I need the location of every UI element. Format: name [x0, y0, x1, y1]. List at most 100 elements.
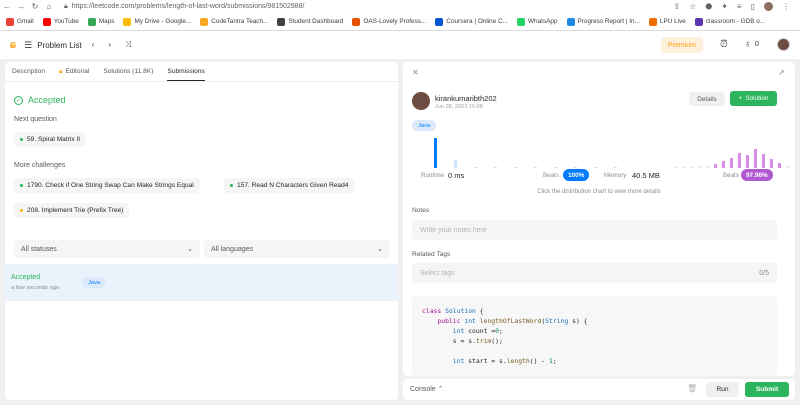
runtime-bar[interactable]	[494, 166, 497, 168]
tab-solutions[interactable]: Solutions (11.8K)	[103, 68, 153, 75]
tab-description[interactable]: Description	[12, 68, 45, 75]
memory-bar[interactable]	[762, 153, 765, 168]
bookmark-item[interactable]: YouTube	[42, 17, 79, 26]
submit-button[interactable]: Submit	[745, 382, 789, 397]
user-avatar[interactable]	[777, 38, 790, 51]
reload-icon[interactable]: ↻	[28, 2, 42, 11]
difficulty-dot	[230, 184, 233, 187]
extension-icon[interactable]: ⬣	[705, 2, 712, 11]
runtime-bar[interactable]	[514, 166, 517, 168]
bookmark-label: Progress Report | In...	[577, 18, 640, 25]
runtime-bar[interactable]	[574, 166, 577, 168]
shuffle-icon[interactable]: ⤨	[125, 40, 131, 50]
challenge-title: 157. Read N Characters Given Read4	[237, 182, 349, 189]
status-filter-select[interactable]: All statuses ⌄	[14, 240, 200, 258]
sidebar-icon[interactable]: ▯	[751, 2, 755, 11]
kebab-menu-icon[interactable]: ⋮	[782, 2, 790, 11]
post-solution-button[interactable]: + Solution	[730, 91, 777, 106]
memory-bar[interactable]	[754, 149, 757, 168]
home-icon[interactable]: ⌂	[42, 2, 56, 11]
share-icon[interactable]: ⇪	[673, 2, 680, 11]
challenge-chip[interactable]: 157. Read N Characters Given Read4	[224, 178, 355, 193]
next-question-chip[interactable]: 59. Spiral Matrix II	[14, 132, 87, 147]
runtime-bar[interactable]	[454, 159, 457, 168]
memory-bar[interactable]	[786, 165, 789, 168]
tab-submissions[interactable]: Submissions	[167, 68, 205, 81]
bookmark-item[interactable]: OAS-Lovely Profess...	[352, 17, 426, 26]
distribution-chart[interactable]	[412, 136, 789, 168]
challenge-chip[interactable]: 1790. Check if One String Swap Can Make …	[14, 178, 200, 193]
premium-button[interactable]: Premium	[661, 37, 703, 53]
challenge-chip[interactable]: 208. Implement Trie (Prefix Tree)	[14, 203, 130, 218]
memory-bar[interactable]	[682, 166, 685, 168]
prev-problem-icon[interactable]: ‹	[92, 40, 95, 50]
fire-streak-icon[interactable]: ♁	[744, 39, 752, 50]
memory-bar[interactable]	[690, 166, 693, 168]
bookmark-favicon-icon	[87, 17, 96, 26]
submitter-name[interactable]: kirankumaribth202	[435, 94, 497, 103]
bookmark-item[interactable]: WhatsApp	[517, 17, 558, 26]
problem-list-link[interactable]: Problem List	[37, 41, 81, 50]
leetcode-logo-icon[interactable]: ɕ	[10, 39, 16, 51]
more-challenges-label: More challenges	[14, 162, 66, 169]
bookmark-item[interactable]: LPU Live	[648, 17, 686, 26]
notes-placeholder: Write your notes here	[420, 226, 487, 234]
runtime-bar[interactable]	[474, 166, 477, 168]
bookmark-item[interactable]: Student Dashboard	[277, 17, 343, 26]
chevron-down-icon: ⌄	[377, 246, 383, 253]
avatar	[412, 92, 430, 110]
result-heading: ✓ Accepted	[14, 95, 66, 105]
bookmark-item[interactable]: Progress Report | In...	[566, 17, 640, 26]
solution-label: Solution	[745, 95, 769, 102]
submission-detail-panel: ✕ ↗ kirankumaribth202 Jun 28, 2023 15:08…	[403, 62, 795, 376]
bookmark-item[interactable]: classroom - GDB o...	[694, 17, 765, 26]
menu-list-icon[interactable]: ≡	[737, 2, 742, 11]
bookmark-favicon-icon	[6, 17, 14, 26]
console-toggle[interactable]: Console ⌃	[410, 385, 444, 393]
bookmark-item[interactable]: Maps	[87, 17, 114, 26]
memory-bar[interactable]	[706, 165, 709, 168]
code-line: s = s.trim();	[422, 337, 503, 345]
details-button[interactable]: Details	[689, 92, 725, 106]
submission-row[interactable]: Accepted a few seconds ago Java	[5, 264, 398, 301]
address-bar[interactable]: 🔒︎ https://leetcode.com/problems/length-o…	[64, 3, 304, 11]
bookmark-item[interactable]: CodeTantra Teach...	[200, 17, 268, 26]
memory-bar[interactable]	[738, 153, 741, 168]
bookmark-item[interactable]: My Drive - Google...	[123, 17, 192, 26]
notes-input[interactable]: Write your notes here	[412, 220, 777, 240]
forward-icon[interactable]: →	[14, 2, 28, 11]
puzzle-icon[interactable]: ✦	[721, 2, 728, 11]
bookmark-item[interactable]: Coursera | Online C...	[435, 17, 508, 26]
trash-icon[interactable]: 🗑︎	[687, 384, 697, 393]
memory-bar[interactable]	[730, 157, 733, 168]
tags-select[interactable]: Select tags 0/5	[412, 263, 777, 283]
runtime-bar[interactable]	[594, 166, 597, 168]
memory-beats-label: Beats	[723, 172, 739, 179]
close-icon[interactable]: ✕	[412, 68, 419, 77]
runtime-bar[interactable]	[554, 166, 557, 168]
profile-avatar[interactable]	[764, 2, 773, 11]
memory-bar[interactable]	[674, 166, 677, 168]
memory-bar[interactable]	[714, 163, 717, 168]
tags-placeholder: Select tags	[420, 269, 455, 277]
back-icon[interactable]: ←	[0, 2, 14, 11]
bookmark-favicon-icon	[277, 17, 286, 26]
runtime-bar[interactable]	[534, 166, 537, 168]
memory-bar[interactable]	[698, 166, 701, 168]
memory-bar[interactable]	[778, 162, 781, 168]
open-external-icon[interactable]: ↗	[778, 68, 785, 77]
star-icon[interactable]: ☆	[689, 2, 696, 11]
alarm-icon[interactable]: ⏰︎	[720, 39, 728, 50]
language-filter-select[interactable]: All languages ⌄	[204, 240, 390, 258]
bookmark-label: My Drive - Google...	[134, 18, 192, 25]
run-button[interactable]: Run	[706, 382, 739, 397]
memory-bar[interactable]	[770, 159, 773, 168]
runtime-bar[interactable]	[614, 166, 617, 168]
tab-editorial[interactable]: 🔒︎ Editorial	[59, 68, 89, 76]
bookmark-item[interactable]: Gmail	[6, 17, 34, 26]
memory-bar[interactable]	[722, 161, 725, 168]
list-icon[interactable]: ☰	[24, 40, 32, 51]
next-problem-icon[interactable]: ›	[108, 40, 111, 50]
memory-bar[interactable]	[746, 154, 749, 168]
runtime-bar[interactable]	[434, 138, 437, 168]
